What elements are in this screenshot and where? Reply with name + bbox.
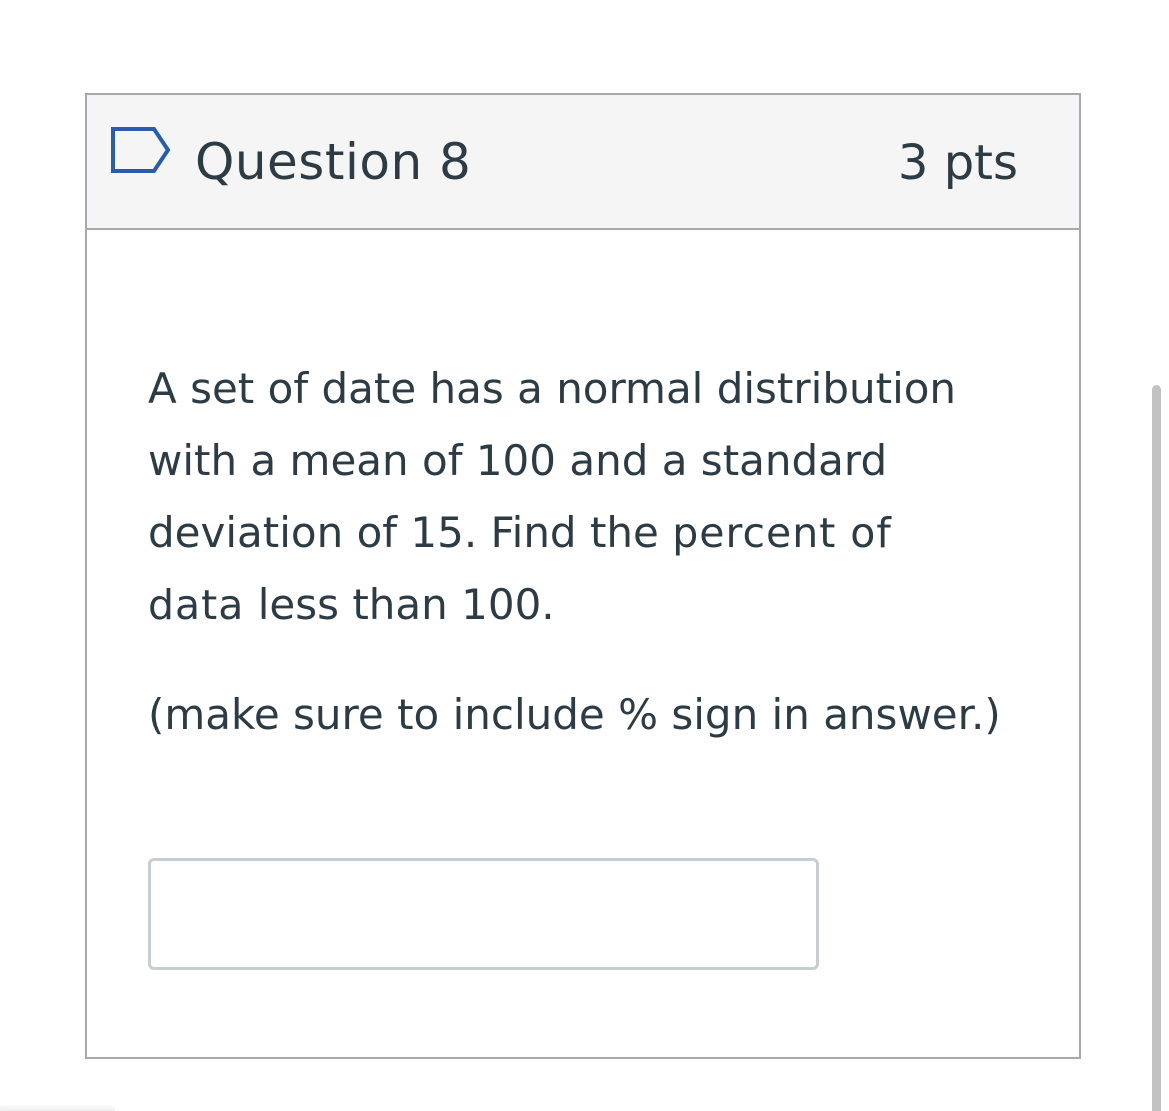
question-text-part2: less than 100. (244, 580, 555, 629)
bottom-edge-shadow (0, 1104, 115, 1111)
answer-input[interactable] (148, 858, 819, 970)
question-card: Question 8 3 pts A set of date has a nor… (85, 93, 1081, 1059)
flag-icon[interactable] (110, 126, 172, 174)
question-note: (make sure to include % sign in answer.) (148, 690, 1001, 739)
question-text: A set of date has a normal distribution … (148, 353, 968, 641)
question-points: 3 pts (897, 135, 1018, 191)
question-title: Question 8 (195, 133, 472, 191)
scrollbar-thumb[interactable] (1152, 385, 1161, 1111)
question-header: Question 8 3 pts (87, 95, 1079, 230)
